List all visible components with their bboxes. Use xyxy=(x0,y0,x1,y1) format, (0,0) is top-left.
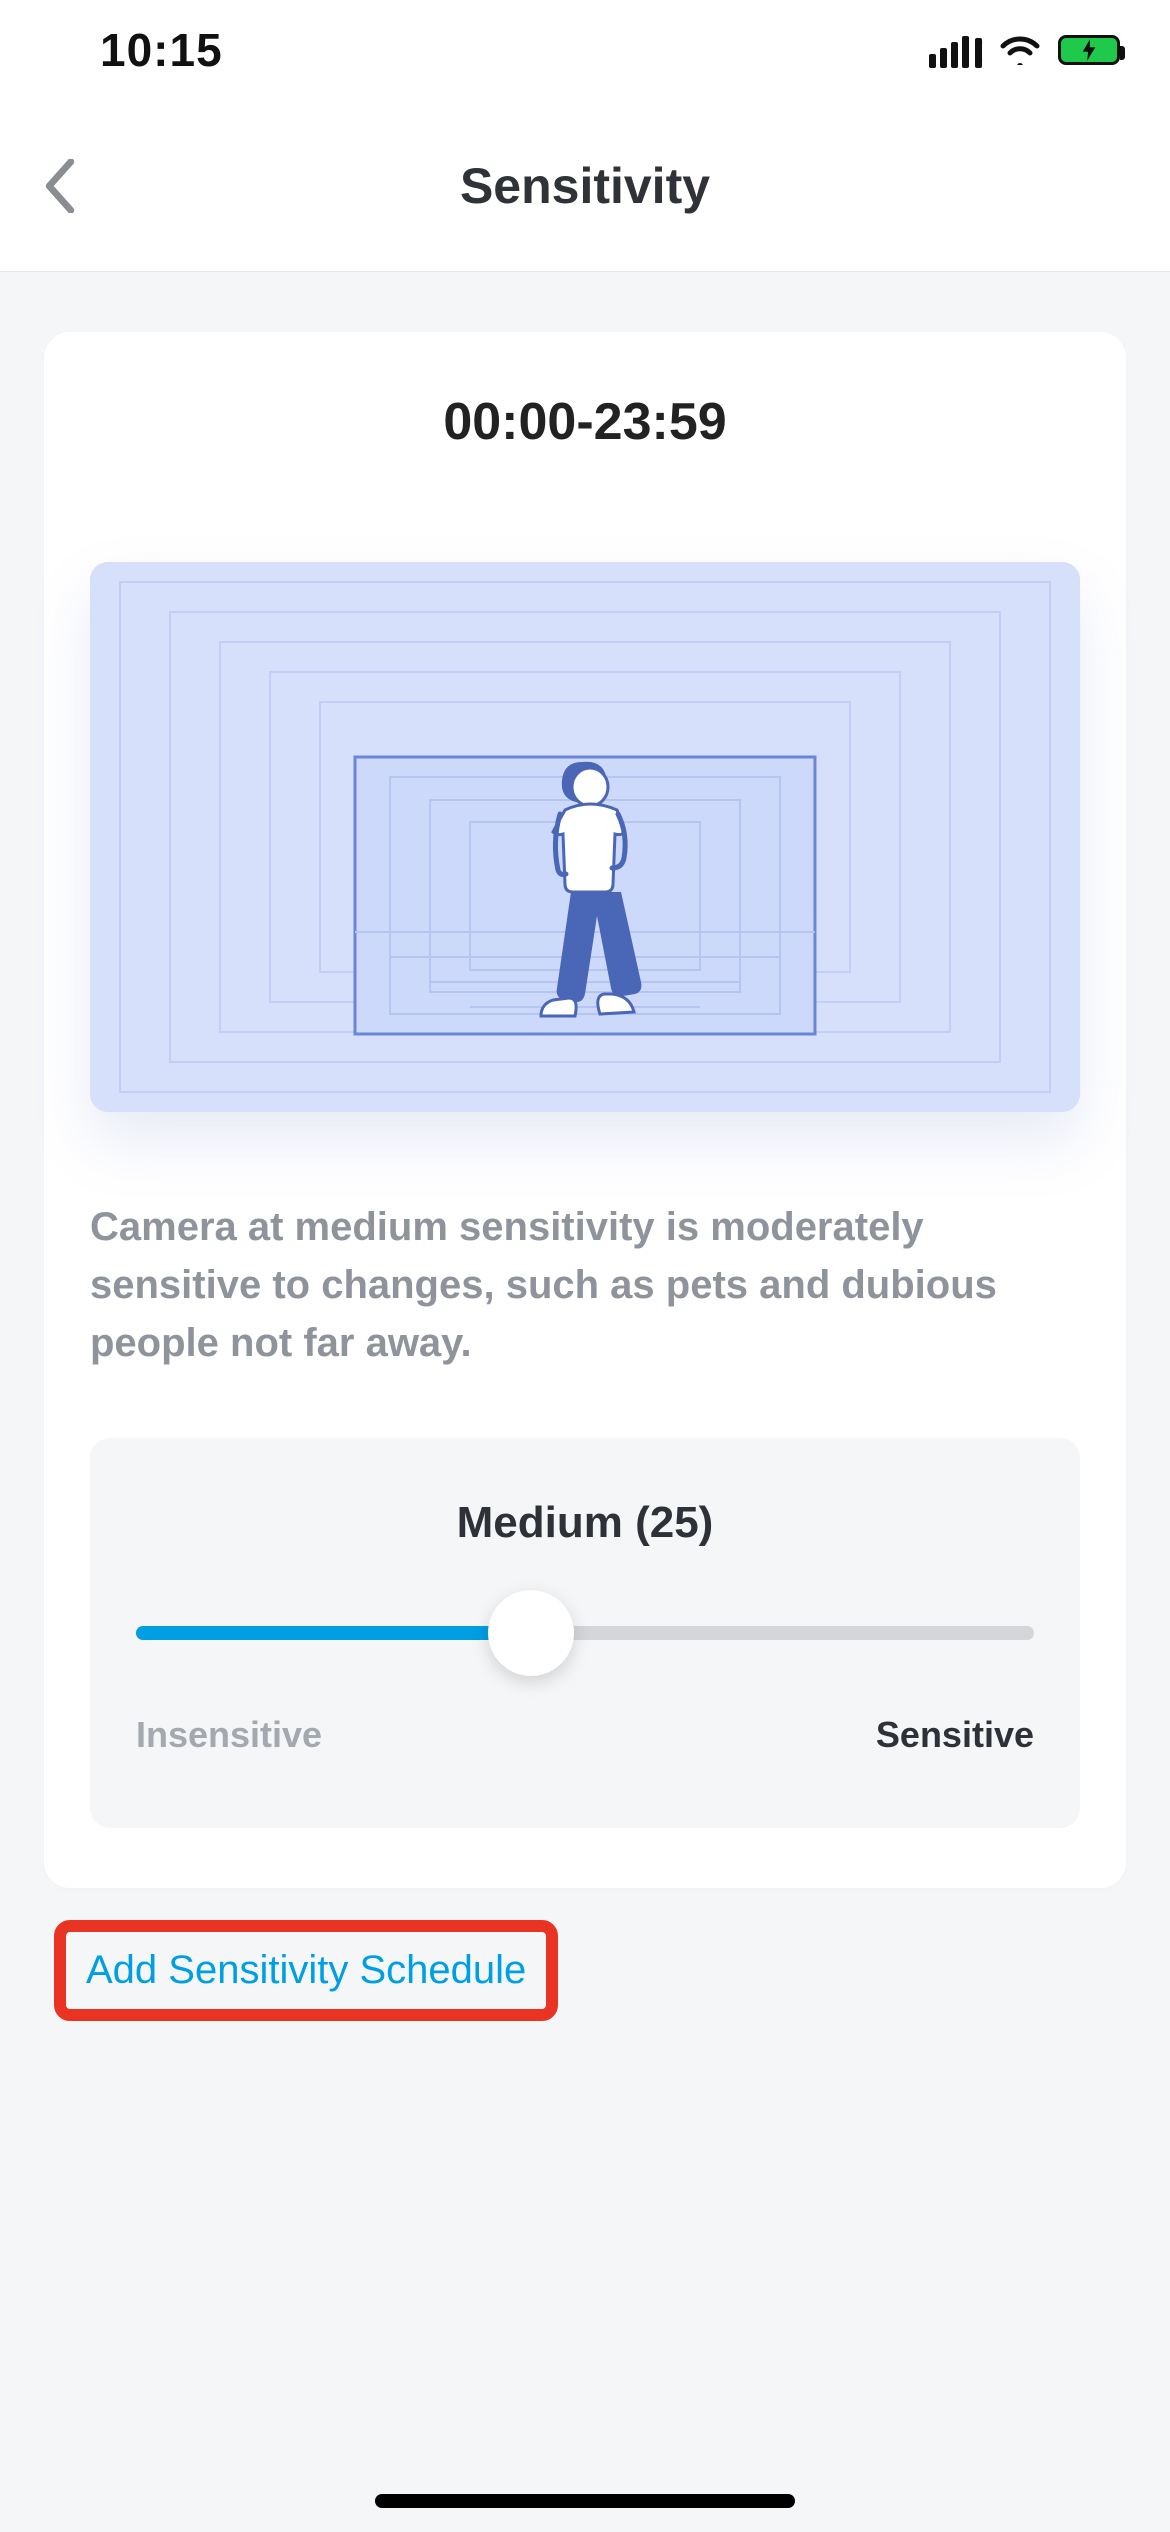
cellular-icon: ! xyxy=(929,32,982,68)
slider-labels: Insensitive Sensitive xyxy=(136,1714,1034,1756)
content: 00:00-23:59 xyxy=(0,272,1170,2021)
slider-max-label: Sensitive xyxy=(876,1714,1034,1756)
slider-value-label: Medium (25) xyxy=(136,1498,1034,1548)
nav-bar: Sensitivity xyxy=(0,100,1170,272)
highlight-box: Add Sensitivity Schedule xyxy=(54,1920,558,2021)
status-time: 10:15 xyxy=(100,23,223,77)
sensitivity-description: Camera at medium sensitivity is moderate… xyxy=(90,1198,1080,1372)
sensitivity-card: 00:00-23:59 xyxy=(44,332,1126,1888)
illustration-wrap xyxy=(90,562,1080,1112)
page-title: Sensitivity xyxy=(460,157,710,215)
add-schedule-wrap: Add Sensitivity Schedule xyxy=(44,1920,1126,2021)
slider-min-label: Insensitive xyxy=(136,1714,322,1756)
screen: 10:15 ! Sensi xyxy=(0,0,1170,2532)
time-range: 00:00-23:59 xyxy=(90,392,1080,452)
battery-charging-icon xyxy=(1058,35,1120,65)
home-indicator[interactable] xyxy=(375,2494,795,2508)
back-button[interactable] xyxy=(30,156,90,216)
sensitivity-slider[interactable] xyxy=(136,1598,1034,1668)
status-icons: ! xyxy=(929,32,1120,68)
slider-thumb[interactable] xyxy=(488,1590,574,1676)
slider-fill xyxy=(136,1626,531,1640)
add-sensitivity-schedule-link[interactable]: Add Sensitivity Schedule xyxy=(86,1948,526,1992)
slider-box: Medium (25) Insensitive Sensitive xyxy=(90,1438,1080,1828)
sensitivity-illustration xyxy=(90,562,1080,1112)
wifi-icon xyxy=(1000,35,1040,65)
status-bar: 10:15 ! xyxy=(0,0,1170,100)
